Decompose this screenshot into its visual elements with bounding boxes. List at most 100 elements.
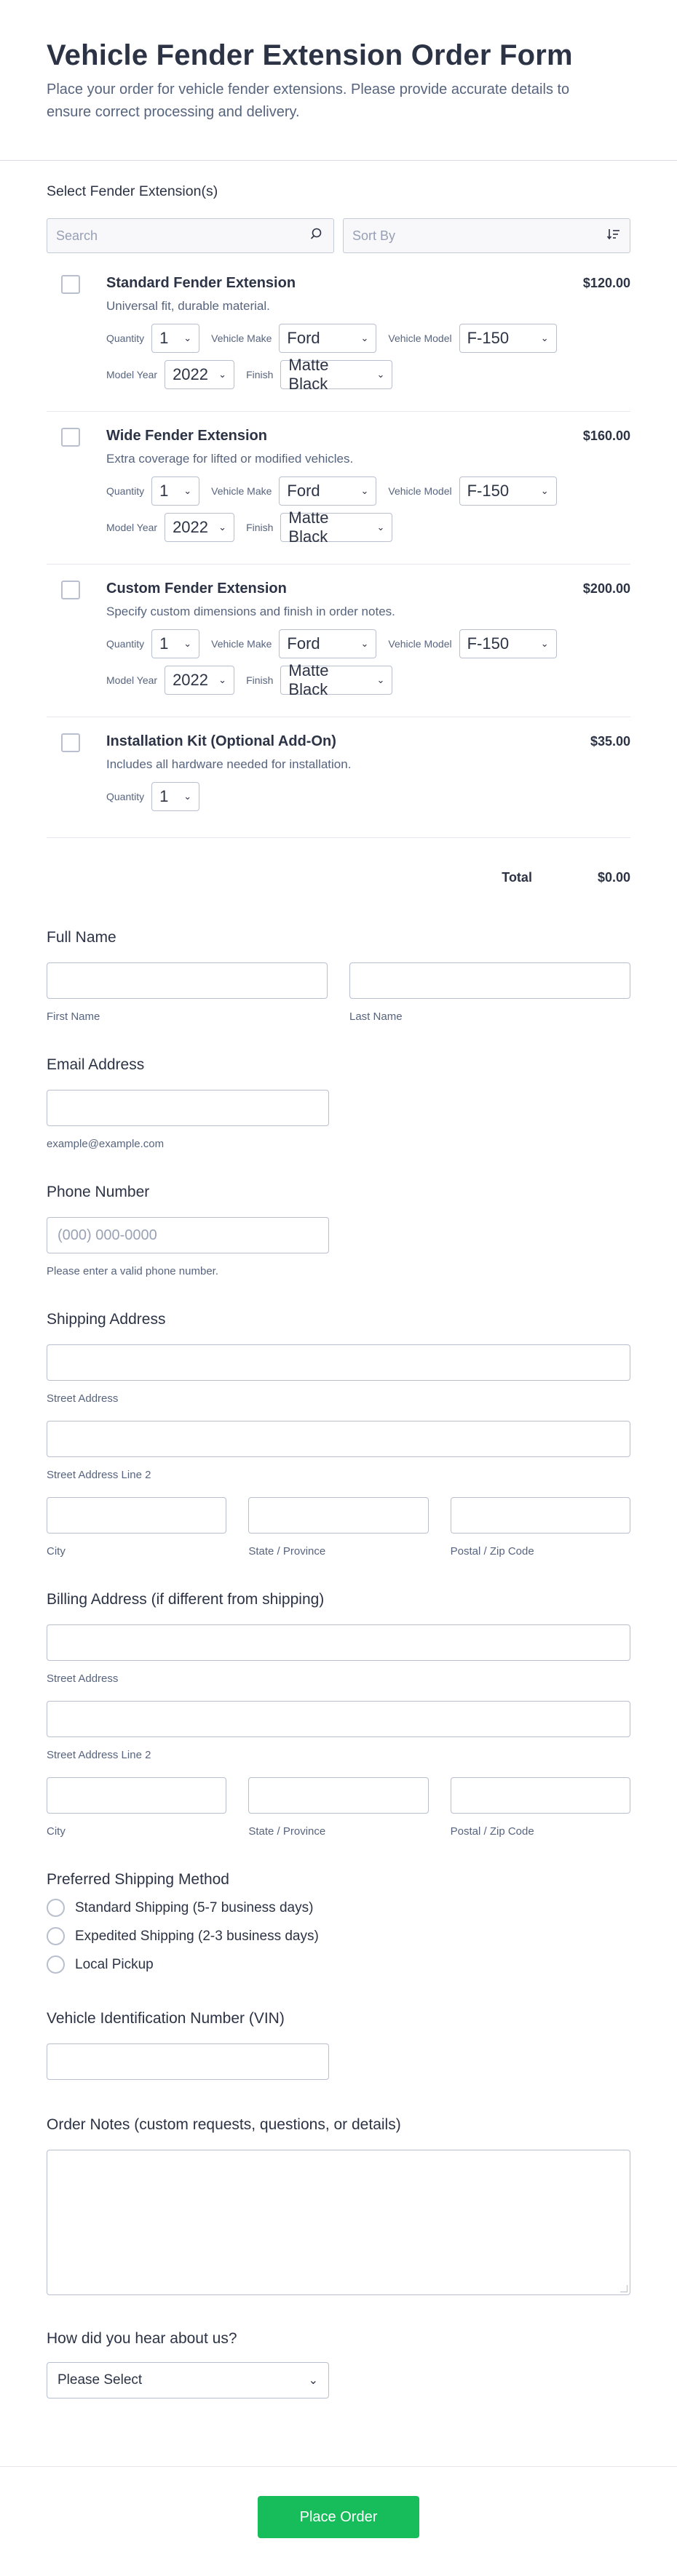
radio-circle[interactable] (47, 1955, 65, 1974)
referral-value: Please Select (58, 2372, 143, 2388)
model-select[interactable]: F-150 ⌄ (459, 476, 557, 506)
search-placeholder: Search (56, 228, 98, 243)
billing-state-input[interactable] (248, 1777, 429, 1814)
resize-handle-icon[interactable] (620, 2285, 627, 2292)
year-select[interactable]: 2022 ⌄ (165, 360, 235, 389)
product-checkbox[interactable] (61, 428, 80, 447)
model-label: Vehicle Model (388, 485, 452, 497)
product-checkbox[interactable] (61, 581, 80, 599)
radio-circle[interactable] (47, 1927, 65, 1945)
shipping-state-input[interactable] (248, 1497, 429, 1534)
quantity-select[interactable]: 1 ⌄ (151, 476, 200, 506)
place-order-button[interactable]: Place Order (258, 2496, 419, 2538)
order-notes-field: Order Notes (custom requests, questions,… (47, 2116, 630, 2295)
year-label: Model Year (106, 522, 158, 533)
make-select[interactable]: Ford ⌄ (279, 324, 377, 353)
shipping-option-expedited[interactable]: Expedited Shipping (2-3 business days) (47, 1927, 630, 1945)
finish-select[interactable]: Matte Black ⌄ (280, 356, 393, 393)
last-name-sublabel: Last Name (349, 1010, 403, 1023)
referral-label: How did you hear about us? (47, 2330, 237, 2347)
model-select[interactable]: F-150 ⌄ (459, 629, 557, 658)
product-name: Custom Fender Extension (106, 581, 287, 597)
billing-zip-input[interactable] (450, 1777, 630, 1814)
order-notes-textarea[interactable] (47, 2150, 630, 2295)
shipping-city-input[interactable] (47, 1497, 227, 1534)
model-value: F-150 (467, 329, 510, 347)
sort-dropdown[interactable]: Sort By (343, 218, 630, 253)
phone-field: Phone Number (000) 000-0000 Please enter… (47, 1184, 630, 1277)
shipping-address-field: Shipping Address Street Address Street A… (47, 1311, 630, 1558)
billing-street-input[interactable] (47, 1624, 630, 1661)
model-value: F-150 (467, 482, 510, 500)
shipping-zip-input[interactable] (450, 1497, 630, 1534)
chevron-down-icon: ⌄ (183, 485, 192, 496)
year-label: Model Year (106, 674, 158, 686)
year-select[interactable]: 2022 ⌄ (165, 513, 235, 542)
first-name-sublabel: First Name (47, 1010, 100, 1023)
model-label: Vehicle Model (388, 638, 452, 650)
email-field: Email Address example@example.com (47, 1056, 630, 1150)
shipping-street-input[interactable] (47, 1344, 630, 1381)
products-label: Select Fender Extension(s) (47, 183, 218, 199)
chevron-down-icon: ⌄ (360, 485, 369, 496)
shipping-state-sublabel: State / Province (248, 1545, 326, 1558)
radio-circle[interactable] (47, 1899, 65, 1917)
chevron-down-icon: ⌄ (183, 332, 192, 343)
chevron-down-icon: ⌄ (218, 522, 227, 533)
chevron-down-icon: ⌄ (218, 674, 227, 685)
products-toolbar: Search Sort By (47, 218, 630, 253)
radio-label: Standard Shipping (5-7 business days) (75, 1899, 314, 1915)
first-name-input[interactable] (47, 962, 328, 999)
product-name: Standard Fender Extension (106, 275, 296, 291)
shipping-street-sublabel: Street Address (47, 1392, 119, 1405)
year-value: 2022 (173, 671, 209, 689)
make-select[interactable]: Ford ⌄ (279, 476, 377, 506)
chevron-down-icon: ⌄ (183, 638, 192, 649)
billing-street2-sublabel: Street Address Line 2 (47, 1749, 151, 1761)
billing-street-sublabel: Street Address (47, 1672, 119, 1685)
billing-street2-input[interactable] (47, 1701, 630, 1737)
order-total: Total $0.00 (47, 838, 630, 885)
phone-placeholder: (000) 000-0000 (58, 1227, 157, 1243)
radio-label: Expedited Shipping (2-3 business days) (75, 1928, 319, 1944)
billing-address-field: Billing Address (if different from shipp… (47, 1591, 630, 1838)
chevron-down-icon: ⌄ (218, 369, 227, 380)
finish-value: Matte Black (288, 509, 329, 546)
vin-label: Vehicle Identification Number (VIN) (47, 2010, 285, 2027)
billing-city-input[interactable] (47, 1777, 227, 1814)
model-select[interactable]: F-150 ⌄ (459, 324, 557, 353)
radio-label: Local Pickup (75, 1956, 154, 1972)
billing-city-sublabel: City (47, 1825, 66, 1838)
shipping-option-standard[interactable]: Standard Shipping (5-7 business days) (47, 1899, 630, 1917)
finish-value: Matte Black (288, 661, 329, 698)
email-input[interactable] (47, 1090, 329, 1126)
finish-select[interactable]: Matte Black ⌄ (280, 509, 393, 546)
chevron-down-icon: ⌄ (183, 791, 192, 802)
quantity-label: Quantity (106, 638, 145, 650)
year-select[interactable]: 2022 ⌄ (165, 666, 235, 695)
finish-select[interactable]: Matte Black ⌄ (280, 661, 393, 698)
shipping-street2-input[interactable] (47, 1421, 630, 1457)
chevron-down-icon: ⌄ (376, 369, 385, 380)
product-price: $120.00 (582, 276, 630, 290)
make-select[interactable]: Ford ⌄ (279, 629, 377, 658)
last-name-input[interactable] (349, 962, 630, 999)
product-checkbox[interactable] (61, 275, 80, 294)
email-sublabel: example@example.com (47, 1138, 165, 1150)
form-header: Vehicle Fender Extension Order Form Plac… (0, 0, 677, 161)
vin-input[interactable] (47, 2043, 329, 2080)
referral-select[interactable]: Please Select ⌄ (47, 2362, 329, 2398)
phone-input[interactable]: (000) 000-0000 (47, 1217, 329, 1253)
quantity-select[interactable]: 1 ⌄ (151, 629, 200, 658)
product-item: Custom Fender Extension $200.00 Specify … (47, 565, 630, 717)
quantity-value: 1 (159, 634, 169, 653)
shipping-option-pickup[interactable]: Local Pickup (47, 1955, 630, 1974)
search-input[interactable]: Search (47, 218, 334, 253)
total-label: Total (502, 870, 532, 885)
quantity-label: Quantity (106, 485, 145, 497)
quantity-select[interactable]: 1 ⌄ (151, 782, 200, 811)
quantity-label: Quantity (106, 791, 145, 802)
quantity-select[interactable]: 1 ⌄ (151, 324, 200, 353)
product-item: Installation Kit (Optional Add-On) $35.0… (47, 717, 630, 838)
product-checkbox[interactable] (61, 733, 80, 752)
